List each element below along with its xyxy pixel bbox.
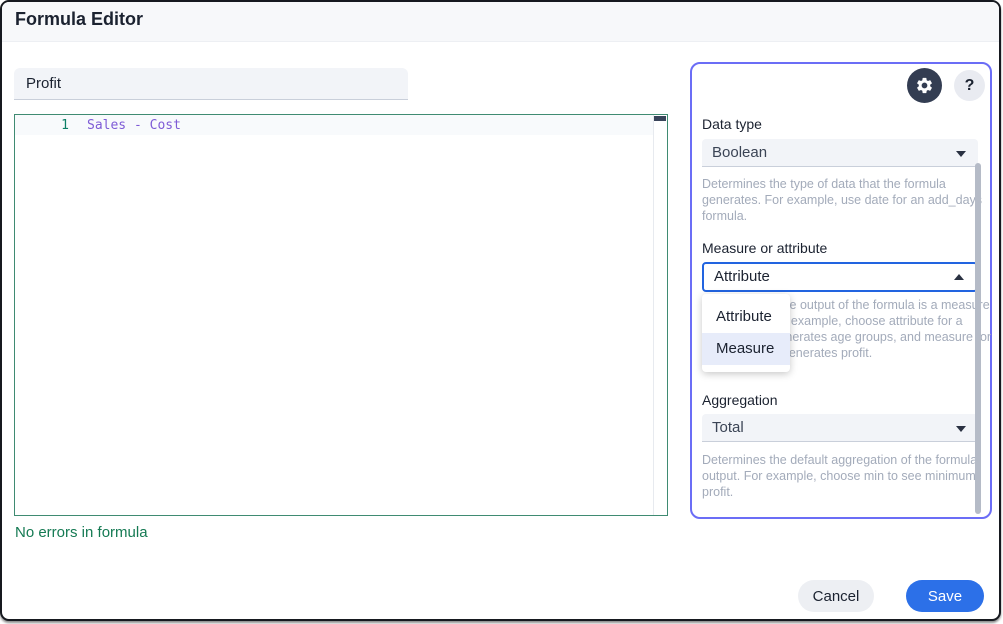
validation-status: No errors in formula (15, 524, 148, 541)
editor-scrollbar-track (653, 115, 654, 515)
cancel-button[interactable]: Cancel (798, 580, 874, 612)
dialog-header: Formula Editor (2, 2, 999, 42)
dropdown-option-attribute[interactable]: Attribute (702, 301, 790, 333)
data-type-label: Data type (702, 116, 762, 132)
data-type-value: Boolean (712, 144, 767, 161)
measure-or-attribute-label: Measure or attribute (702, 240, 827, 256)
measure-attribute-dropdown-menu: Attribute Measure (702, 294, 790, 372)
chevron-down-icon (956, 426, 966, 432)
editor-scrollbar-thumb[interactable] (654, 116, 666, 121)
dropdown-option-measure[interactable]: Measure (702, 333, 790, 365)
chevron-up-icon (954, 274, 964, 280)
aggregation-value: Total (712, 419, 744, 436)
measure-or-attribute-select[interactable]: Attribute (702, 262, 978, 292)
chevron-down-icon (956, 151, 966, 157)
aggregation-label: Aggregation (702, 392, 778, 408)
formula-code-text[interactable]: Sales - Cost (87, 118, 181, 133)
formula-editor-dialog: Formula Editor 1 Sales - Cost No errors … (0, 0, 1001, 621)
formula-name-input[interactable] (14, 68, 408, 100)
question-mark-icon: ? (965, 77, 975, 94)
aggregation-help: Determines the default aggregation of th… (702, 452, 992, 500)
formula-settings-panel: ? Data type Boolean Determines the type … (690, 62, 992, 519)
panel-scrollbar-thumb[interactable] (975, 163, 981, 514)
formula-code-editor[interactable]: 1 Sales - Cost (14, 114, 668, 516)
measure-or-attribute-value: Attribute (714, 268, 770, 285)
data-type-help: Determines the type of data that the for… (702, 176, 992, 224)
gear-icon (915, 76, 934, 95)
aggregation-select[interactable]: Total (702, 414, 978, 442)
screen: Formula Editor 1 Sales - Cost No errors … (0, 0, 1003, 624)
editor-line-number: 1 (15, 118, 69, 133)
help-button[interactable]: ? (954, 70, 985, 101)
page-title: Formula Editor (15, 9, 143, 30)
data-type-select[interactable]: Boolean (702, 139, 978, 167)
save-button[interactable]: Save (906, 580, 984, 612)
settings-button[interactable] (907, 68, 942, 103)
